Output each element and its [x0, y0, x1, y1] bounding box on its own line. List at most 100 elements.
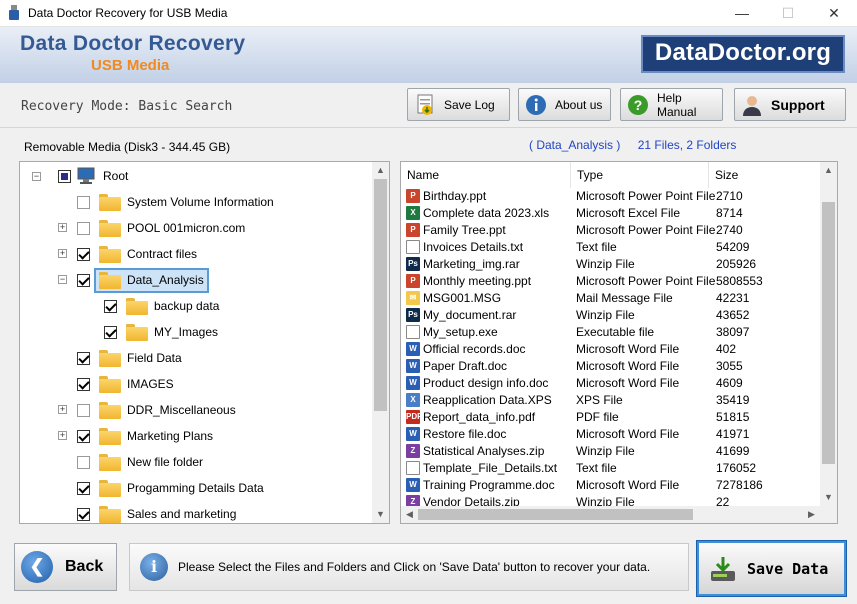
tree-item-checkbox[interactable]: [77, 247, 90, 261]
tree-root[interactable]: − Root: [32, 164, 128, 188]
tree-item[interactable]: backup data: [104, 294, 222, 318]
root-checkbox[interactable]: [58, 169, 71, 183]
tree-item-content[interactable]: Sales and marketing: [96, 504, 239, 524]
support-button[interactable]: Support: [734, 88, 846, 121]
tree-item[interactable]: + Marketing Plans: [58, 424, 216, 448]
table-row[interactable]: W Official records.doc Microsoft Word File…: [401, 341, 821, 358]
column-header-type[interactable]: Type: [571, 162, 709, 188]
collapse-icon[interactable]: −: [58, 275, 67, 284]
tree-item[interactable]: + Contract files: [58, 242, 200, 266]
expand-icon[interactable]: +: [58, 431, 67, 440]
tree-item-content[interactable]: POOL 001micron.com: [96, 218, 248, 239]
tree-item-checkbox[interactable]: [77, 507, 90, 521]
collapse-icon[interactable]: −: [32, 172, 41, 181]
table-row[interactable]: W Product design info.doc Microsoft Word F…: [401, 375, 821, 392]
table-row[interactable]: P Family Tree.ppt Microsoft Power Point Fi…: [401, 222, 821, 239]
tree-item-checkbox[interactable]: [104, 325, 117, 339]
tree-item[interactable]: Progamming Details Data: [77, 476, 267, 500]
list-vertical-scrollbar[interactable]: ▲ ▼: [820, 162, 837, 506]
title-bar: Data Doctor Recovery for USB Media — ☐ ✕: [0, 0, 857, 27]
tree-item[interactable]: System Volume Information: [77, 190, 277, 214]
tree-scroll-thumb[interactable]: [374, 179, 387, 411]
tree-item[interactable]: − Data_Analysis: [58, 267, 209, 293]
table-row[interactable]: X Complete data 2023.xls Microsoft Excel F…: [401, 205, 821, 222]
tree-item-checkbox[interactable]: [77, 273, 90, 287]
tree-item-content[interactable]: DDR_Miscellaneous: [96, 400, 239, 421]
tree-item-checkbox[interactable]: [104, 299, 117, 313]
expand-icon[interactable]: +: [58, 223, 67, 232]
tree-item[interactable]: + POOL 001micron.com: [58, 216, 248, 240]
tree-item-checkbox[interactable]: [77, 221, 90, 235]
table-row[interactable]: Invoices Details.txt Text file 54209: [401, 239, 821, 256]
back-button[interactable]: ❮ Back: [14, 543, 117, 591]
list-horizontal-scrollbar[interactable]: ◀ ▶: [401, 506, 837, 523]
scroll-down-icon[interactable]: ▼: [372, 506, 389, 523]
tree-vertical-scrollbar[interactable]: ▲ ▼: [372, 162, 389, 523]
column-header-name[interactable]: Name: [401, 162, 571, 188]
tree-item[interactable]: IMAGES: [77, 372, 177, 396]
table-row[interactable]: X Reapplication Data.XPS XPS File 35419: [401, 392, 821, 409]
tree-item[interactable]: + DDR_Miscellaneous: [58, 398, 239, 422]
table-row[interactable]: My_setup.exe Executable file 38097: [401, 324, 821, 341]
table-row[interactable]: PDF Report_data_info.pdf PDF file 51815: [401, 409, 821, 426]
tree-item[interactable]: Field Data: [77, 346, 185, 370]
scroll-up-icon[interactable]: ▲: [372, 162, 389, 179]
tree-item-checkbox[interactable]: [77, 455, 90, 469]
save-data-button[interactable]: Save Data: [696, 540, 847, 597]
list-hscroll-thumb[interactable]: [418, 509, 693, 520]
list-scroll-up-icon[interactable]: ▲: [820, 162, 837, 179]
tree-item-checkbox[interactable]: [77, 377, 90, 391]
table-row[interactable]: P Monthly meeting.ppt Microsoft Power Poin…: [401, 273, 821, 290]
tree-item[interactable]: Sales and marketing: [77, 502, 239, 524]
maximize-button[interactable]: ☐: [765, 0, 811, 27]
table-row[interactable]: W Training Programme.doc Microsoft Word Fi…: [401, 477, 821, 494]
tree-item-label: Contract files: [127, 247, 198, 261]
cell-size: 2740: [716, 223, 743, 237]
scroll-left-icon[interactable]: ◀: [401, 506, 418, 523]
table-row[interactable]: P Birthday.ppt Microsoft Power Point File 2…: [401, 188, 821, 205]
minimize-button[interactable]: —: [719, 0, 765, 27]
tree-item-content[interactable]: New file folder: [96, 452, 206, 473]
tree-item[interactable]: MY_Images: [104, 320, 221, 344]
tree-item-content[interactable]: Data_Analysis: [94, 267, 209, 293]
zip-file-icon: Z: [406, 444, 420, 458]
table-row[interactable]: W Restore file.doc Microsoft Word File 4197…: [401, 426, 821, 443]
save-log-button[interactable]: Save Log: [407, 88, 510, 121]
xps-file-icon: X: [406, 393, 420, 407]
tree-item-checkbox[interactable]: [77, 351, 90, 365]
tree-item-content[interactable]: Contract files: [96, 244, 200, 265]
table-row[interactable]: Template_File_Details.txt Text file 176052: [401, 460, 821, 477]
tree-item-content[interactable]: Marketing Plans: [96, 426, 216, 447]
scroll-right-icon[interactable]: ▶: [803, 506, 820, 523]
tree-item-checkbox[interactable]: [77, 481, 90, 495]
tree-item-content[interactable]: backup data: [123, 296, 222, 317]
file-list[interactable]: Name Type Size P Birthday.ppt Microsoft Po…: [400, 161, 838, 524]
tree-item-content[interactable]: System Volume Information: [96, 192, 277, 213]
cell-name: Statistical Analyses.zip: [423, 444, 545, 458]
table-row[interactable]: ✉ MSG001.MSG Mail Message File 42231: [401, 290, 821, 307]
column-header-size[interactable]: Size: [709, 162, 821, 188]
tree-item[interactable]: New file folder: [77, 450, 206, 474]
folder-icon: [99, 401, 121, 419]
folder-tree[interactable]: − Root System Volume Information + POOL 00…: [19, 161, 390, 524]
table-row[interactable]: Ps My_document.rar Winzip File 43652: [401, 307, 821, 324]
cell-type: Microsoft Power Point File: [576, 189, 716, 203]
table-row[interactable]: Ps Marketing_img.rar Winzip File 205926: [401, 256, 821, 273]
tree-item-checkbox[interactable]: [77, 195, 90, 209]
table-row[interactable]: W Paper Draft.doc Microsoft Word File 3055: [401, 358, 821, 375]
tree-item-content[interactable]: IMAGES: [96, 374, 177, 395]
list-scroll-thumb[interactable]: [822, 202, 835, 464]
cell-name: MSG001.MSG: [423, 291, 502, 305]
tree-item-content[interactable]: Progamming Details Data: [96, 478, 267, 499]
tree-item-checkbox[interactable]: [77, 429, 90, 443]
expand-icon[interactable]: +: [58, 249, 67, 258]
tree-item-content[interactable]: Field Data: [96, 348, 185, 369]
expand-icon[interactable]: +: [58, 405, 67, 414]
tree-item-content[interactable]: MY_Images: [123, 322, 221, 343]
about-us-button[interactable]: About us: [518, 88, 611, 121]
help-manual-button[interactable]: ? Help Manual: [620, 88, 723, 121]
tree-item-checkbox[interactable]: [77, 403, 90, 417]
table-row[interactable]: Z Statistical Analyses.zip Winzip File 4169…: [401, 443, 821, 460]
close-button[interactable]: ✕: [811, 0, 857, 27]
list-scroll-down-icon[interactable]: ▼: [820, 489, 837, 506]
